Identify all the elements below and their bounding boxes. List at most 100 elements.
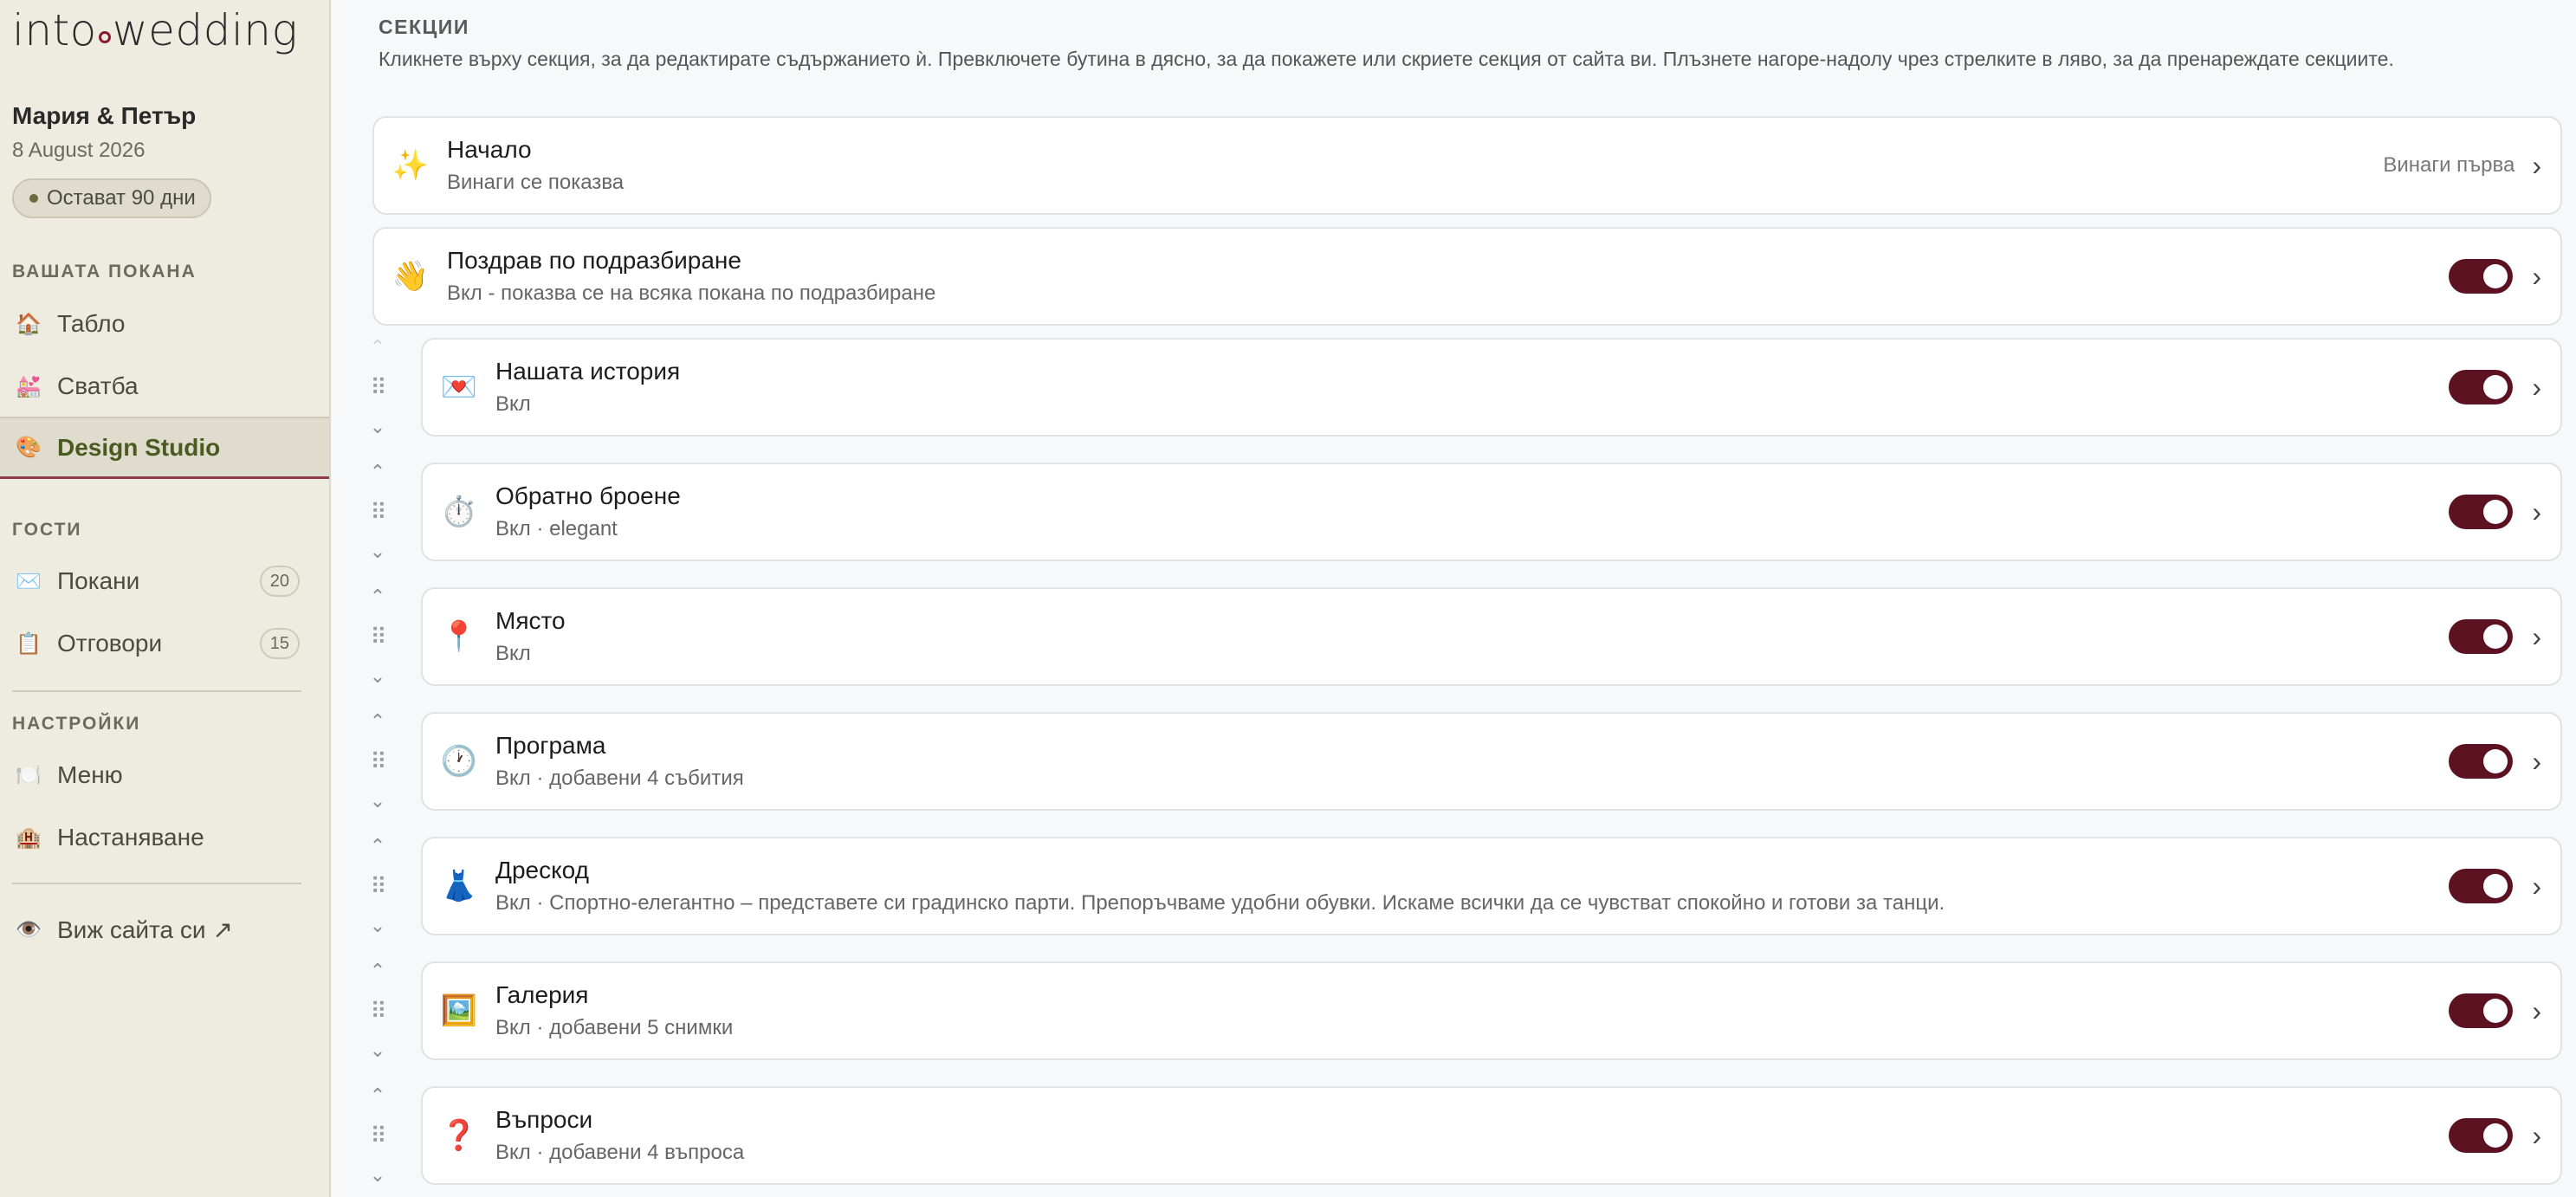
move-up-button[interactable]: ⌃ (370, 463, 385, 482)
days-left-badge: Остават 90 дни (12, 178, 211, 218)
section-name: Начало (447, 136, 532, 163)
chevron-right-icon[interactable]: › (2532, 372, 2541, 404)
page-title: СЕКЦИИ (379, 16, 469, 38)
question-mark-icon: ❓ (440, 1119, 478, 1152)
section-name: Обратно броене (495, 482, 681, 509)
section-name: Поздрав по подразбиране (447, 247, 741, 274)
chevron-right-icon[interactable]: › (2532, 870, 2541, 903)
fork-knife-icon: 🍽️ (16, 763, 42, 787)
always-first-label: Винаги първа (2383, 153, 2515, 177)
drag-handle-icon[interactable]: ⠿ (370, 1124, 386, 1147)
clipboard-icon: 📋 (16, 631, 42, 656)
chevron-right-icon[interactable]: › (2532, 621, 2541, 653)
move-down-button[interactable]: ⌄ (370, 417, 385, 437)
chevron-right-icon[interactable]: › (2532, 150, 2541, 182)
reorder-controls: ⌃ ⠿ ⌄ (357, 1086, 398, 1185)
visibility-toggle[interactable] (2449, 993, 2514, 1028)
sidebar-item-label: Сватба (57, 372, 139, 399)
section-card-faq[interactable]: ❓ Въпроси Вкл · добавени 4 въпроса › (421, 1086, 2562, 1185)
move-down-button[interactable]: ⌄ (370, 1166, 385, 1185)
sidebar-item-label: Настаняване (57, 824, 204, 851)
sidebar-item-label: Отговори (57, 630, 163, 657)
logo[interactable]: into wedding (12, 5, 298, 55)
section-card-venue[interactable]: 📍 Място Вкл › (421, 587, 2562, 686)
sidebar: into wedding Мария & Петър 8 August 2026 … (0, 0, 331, 1197)
days-left-label: Остават 90 дни (47, 186, 196, 210)
chevron-right-icon[interactable]: › (2532, 995, 2541, 1027)
view-site-label: Виж сайта си ↗ (57, 916, 233, 943)
section-name: Галерия (495, 981, 589, 1008)
reorder-controls: ⌃ ⠿ ⌄ (357, 961, 398, 1060)
move-up-button[interactable]: ⌃ (370, 961, 385, 980)
drag-handle-icon[interactable]: ⠿ (370, 750, 386, 773)
move-up-button[interactable]: ⌃ (370, 1086, 385, 1105)
stopwatch-icon: ⏱️ (440, 495, 478, 528)
chevron-right-icon[interactable]: › (2532, 1120, 2541, 1152)
status-dot-icon (29, 194, 38, 203)
section-card-program[interactable]: 🕐 Програма Вкл · добавени 4 събития › (421, 712, 2562, 811)
chapel-icon: 💒 (16, 374, 42, 398)
chevron-right-icon[interactable]: › (2532, 261, 2541, 293)
count-badge: 15 (259, 628, 300, 659)
visibility-toggle[interactable] (2449, 869, 2514, 903)
section-name: Програма (495, 732, 606, 759)
section-card-countdown[interactable]: ⏱️ Обратно броене Вкл · elegant › (421, 463, 2562, 561)
reorder-controls: ⌃ ⠿ ⌄ (357, 587, 398, 686)
section-card-home[interactable]: ✨ Начало Винаги се показва Винаги първа … (372, 116, 2562, 215)
sidebar-item-dashboard[interactable]: 🏠 Табло (0, 293, 329, 355)
sidebar-item-seating[interactable]: 🏨 Настаняване (0, 806, 329, 869)
section-status: Вкл · elegant (495, 517, 618, 540)
move-down-button[interactable]: ⌄ (370, 792, 385, 811)
dress-icon: 👗 (440, 870, 478, 903)
move-down-button[interactable]: ⌄ (370, 667, 385, 686)
visibility-toggle[interactable] (2449, 495, 2514, 529)
drag-handle-icon[interactable]: ⠿ (370, 875, 386, 897)
move-up-button[interactable]: ⌃ (370, 712, 385, 731)
clock-icon: 🕐 (440, 745, 478, 778)
section-card-dresscode[interactable]: 👗 Дрескод Вкл · Спортно-елегантно – пред… (421, 837, 2562, 935)
visibility-toggle[interactable] (2449, 619, 2514, 654)
move-up-button[interactable]: ⌃ (370, 837, 385, 856)
picture-icon: 🖼️ (440, 994, 478, 1027)
sidebar-item-responses[interactable]: 📋 Отговори 15 (0, 612, 329, 675)
drag-handle-icon[interactable]: ⠿ (370, 625, 386, 648)
chevron-right-icon[interactable]: › (2532, 746, 2541, 778)
sidebar-item-wedding[interactable]: 💒 Сватба (0, 355, 329, 417)
couple-name: Мария & Петър (12, 102, 197, 129)
section-status: Вкл (495, 642, 531, 665)
move-down-button[interactable]: ⌄ (370, 542, 385, 561)
sidebar-item-label: Меню (57, 761, 123, 788)
section-card-gallery[interactable]: 🖼️ Галерия Вкл · добавени 5 снимки › (421, 961, 2562, 1060)
logo-text-right: wedding (112, 5, 298, 55)
section-card-greeting[interactable]: 👋 Поздрав по подразбиране Вкл - показва … (372, 227, 2562, 326)
visibility-toggle[interactable] (2449, 1118, 2514, 1153)
count-badge: 20 (259, 566, 300, 597)
visibility-toggle[interactable] (2449, 744, 2514, 779)
section-card-story[interactable]: 💌 Нашата история Вкл › (421, 338, 2562, 437)
move-up-button[interactable]: ⌃ (370, 587, 385, 606)
waving-hand-icon: 👋 (392, 260, 430, 293)
eye-icon: 👁️ (16, 917, 42, 941)
reorder-controls: ⌃ ⠿ ⌄ (357, 712, 398, 811)
section-status: Вкл · добавени 5 снимки (495, 1016, 734, 1039)
sidebar-item-invitations[interactable]: ✉️ Покани 20 (0, 550, 329, 612)
section-name: Дрескод (495, 857, 589, 883)
sidebar-item-menu[interactable]: 🍽️ Меню (0, 744, 329, 806)
section-status: Вкл · добавени 4 въпроса (495, 1141, 745, 1164)
nav-section-settings: НАСТРОЙКИ (12, 714, 141, 734)
drag-handle-icon[interactable]: ⠿ (370, 501, 386, 523)
visibility-toggle[interactable] (2449, 370, 2514, 404)
drag-handle-icon[interactable]: ⠿ (370, 376, 386, 398)
nav-section-invite: ВАШАТА ПОКАНА (12, 262, 197, 281)
divider (12, 690, 301, 692)
move-down-button[interactable]: ⌄ (370, 1041, 385, 1060)
sidebar-item-design-studio[interactable]: 🎨 Design Studio (0, 417, 329, 479)
move-up-button[interactable]: ⌃ (370, 338, 385, 357)
move-down-button[interactable]: ⌄ (370, 916, 385, 935)
view-site-link[interactable]: 👁️ Виж сайта си ↗ (0, 898, 329, 961)
chevron-right-icon[interactable]: › (2532, 496, 2541, 528)
hotel-icon: 🏨 (16, 825, 42, 850)
drag-handle-icon[interactable]: ⠿ (370, 1000, 386, 1022)
visibility-toggle[interactable] (2449, 259, 2514, 294)
envelope-icon: ✉️ (16, 569, 42, 593)
